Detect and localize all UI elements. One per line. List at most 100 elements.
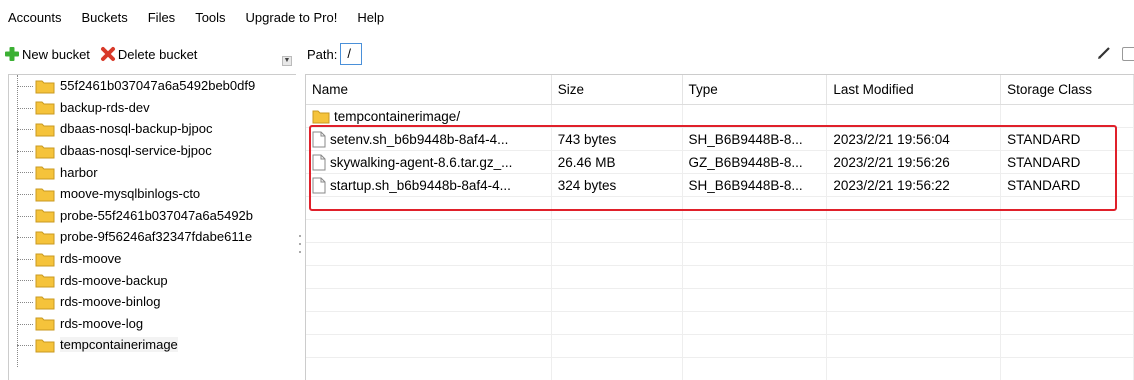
tree-item[interactable]: rds-moove (9, 248, 296, 270)
name-cell: skywalking-agent-8.6.tar.gz_... (306, 151, 552, 173)
plus-icon (5, 47, 19, 61)
folder-icon (35, 145, 55, 159)
tree-item[interactable]: harbor (9, 161, 296, 183)
empty-row (306, 289, 1134, 312)
empty-row (306, 335, 1134, 358)
bucket-name: rds-moove-binlog (60, 294, 161, 310)
folder-icon (35, 80, 55, 94)
menu-bar: Accounts Buckets Files Tools Upgrade to … (0, 0, 1134, 34)
folder-icon (35, 253, 55, 267)
folder-icon (35, 166, 55, 180)
folder-icon (35, 188, 55, 202)
tree-item[interactable]: dbaas-nosql-backup-bjpoc (9, 118, 296, 140)
empty-row (306, 243, 1134, 266)
list-item[interactable]: tempcontainerimage/ (306, 105, 1134, 128)
file-name: setenv.sh_b6b9448b-8af4-4... (330, 131, 509, 147)
list-item[interactable]: startup.sh_b6b9448b-8af4-4... 324 bytes … (306, 174, 1134, 197)
path-bar: Path: / (305, 38, 1134, 70)
tree-item[interactable]: probe-9f56246af32347fdabe611e (9, 226, 296, 248)
menu-files[interactable]: Files (148, 10, 175, 25)
empty-row (306, 197, 1134, 220)
list-item[interactable]: skywalking-agent-8.6.tar.gz_... 26.46 MB… (306, 151, 1134, 174)
file-list: Name Size Type Last Modified Storage Cla… (305, 74, 1134, 380)
empty-row (306, 266, 1134, 289)
column-type[interactable]: Type (683, 75, 828, 104)
path-input[interactable]: / (340, 43, 363, 65)
tree-item[interactable]: rds-moove-binlog (9, 291, 296, 313)
file-name: startup.sh_b6b9448b-8af4-4... (330, 177, 511, 193)
menu-accounts[interactable]: Accounts (8, 10, 61, 25)
tree-item[interactable]: backup-rds-dev (9, 97, 296, 119)
bucket-name: dbaas-nosql-backup-bjpoc (60, 121, 213, 137)
bucket-name: tempcontainerimage (60, 337, 178, 353)
folder-icon (312, 110, 330, 123)
name-cell: setenv.sh_b6b9448b-8af4-4... (306, 128, 552, 150)
name-cell: tempcontainerimage/ (306, 105, 552, 127)
folder-icon (35, 209, 55, 223)
modified-cell: 2023/2/21 19:56:04 (827, 128, 1002, 150)
bucket-name: rds-moove (60, 251, 122, 267)
file-name: tempcontainerimage/ (334, 108, 461, 124)
file-icon (312, 154, 326, 170)
modified-cell: 2023/2/21 19:56:22 (827, 174, 1002, 196)
panel-collapse-icon[interactable]: ▼ (282, 56, 292, 66)
folder-icon (35, 296, 55, 310)
size-cell: 26.46 MB (552, 151, 683, 173)
modified-cell (827, 105, 1002, 127)
window-icon[interactable] (1122, 47, 1134, 61)
folder-icon (35, 339, 55, 353)
folder-icon (35, 317, 55, 331)
name-cell: startup.sh_b6b9448b-8af4-4... (306, 174, 552, 196)
menu-buckets[interactable]: Buckets (81, 10, 127, 25)
menu-upgrade[interactable]: Upgrade to Pro! (246, 10, 338, 25)
file-icon (312, 177, 326, 193)
folder-icon (35, 231, 55, 245)
delete-bucket-label: Delete bucket (117, 46, 198, 62)
column-modified[interactable]: Last Modified (827, 75, 1002, 104)
type-cell: GZ_B6B9448B-8... (683, 151, 828, 173)
type-cell (683, 105, 828, 127)
menu-help[interactable]: Help (357, 10, 384, 25)
storage-cell (1001, 105, 1134, 127)
pencil-icon[interactable] (1096, 45, 1112, 61)
folder-icon (35, 274, 55, 288)
storage-cell: STANDARD (1001, 174, 1134, 196)
tree-item[interactable]: rds-moove-backup (9, 269, 296, 291)
delete-bucket-button[interactable]: Delete bucket (100, 46, 198, 62)
bucket-toolbar: New bucket Delete bucket (0, 38, 298, 70)
tree-item-selected[interactable]: tempcontainerimage (9, 334, 296, 356)
type-cell: SH_B6B9448B-8... (683, 174, 828, 196)
bucket-name: dbaas-nosql-service-bjpoc (60, 143, 212, 159)
tree-item[interactable]: rds-moove-log (9, 313, 296, 335)
new-bucket-label: New bucket (22, 46, 90, 62)
tree-item[interactable]: dbaas-nosql-service-bjpoc (9, 140, 296, 162)
size-cell: 743 bytes (552, 128, 683, 150)
tree-item[interactable]: moove-mysqlbinlogs-cto (9, 183, 296, 205)
folder-icon (35, 123, 55, 137)
bucket-name: harbor (60, 164, 98, 180)
bucket-name: 55f2461b037047a6a5492beb0df9 (60, 78, 256, 94)
bucket-name: rds-moove-log (60, 315, 144, 331)
delete-x-icon (100, 47, 115, 61)
size-cell (552, 105, 683, 127)
bucket-tree: 55f2461b037047a6a5492beb0df9 backup-rds-… (8, 74, 296, 380)
file-name: skywalking-agent-8.6.tar.gz_... (330, 154, 513, 170)
empty-row (306, 220, 1134, 243)
column-size[interactable]: Size (552, 75, 683, 104)
list-header: Name Size Type Last Modified Storage Cla… (306, 75, 1134, 105)
bucket-name: rds-moove-backup (60, 272, 168, 288)
menu-tools[interactable]: Tools (195, 10, 225, 25)
list-item[interactable]: setenv.sh_b6b9448b-8af4-4... 743 bytes S… (306, 128, 1134, 151)
file-icon (312, 131, 326, 147)
bucket-name: probe-9f56246af32347fdabe611e (60, 229, 253, 245)
splitter-grip[interactable] (299, 235, 302, 265)
tree-item[interactable]: probe-55f2461b037047a6a5492b (9, 205, 296, 227)
modified-cell: 2023/2/21 19:56:26 (827, 151, 1002, 173)
bucket-name: probe-55f2461b037047a6a5492b (60, 207, 254, 223)
new-bucket-button[interactable]: New bucket (4, 46, 90, 62)
tree-item[interactable]: 55f2461b037047a6a5492beb0df9 (9, 75, 296, 97)
bucket-name: moove-mysqlbinlogs-cto (60, 186, 201, 202)
column-storage-class[interactable]: Storage Class (1001, 75, 1134, 104)
size-cell: 324 bytes (552, 174, 683, 196)
column-name[interactable]: Name (306, 75, 552, 104)
